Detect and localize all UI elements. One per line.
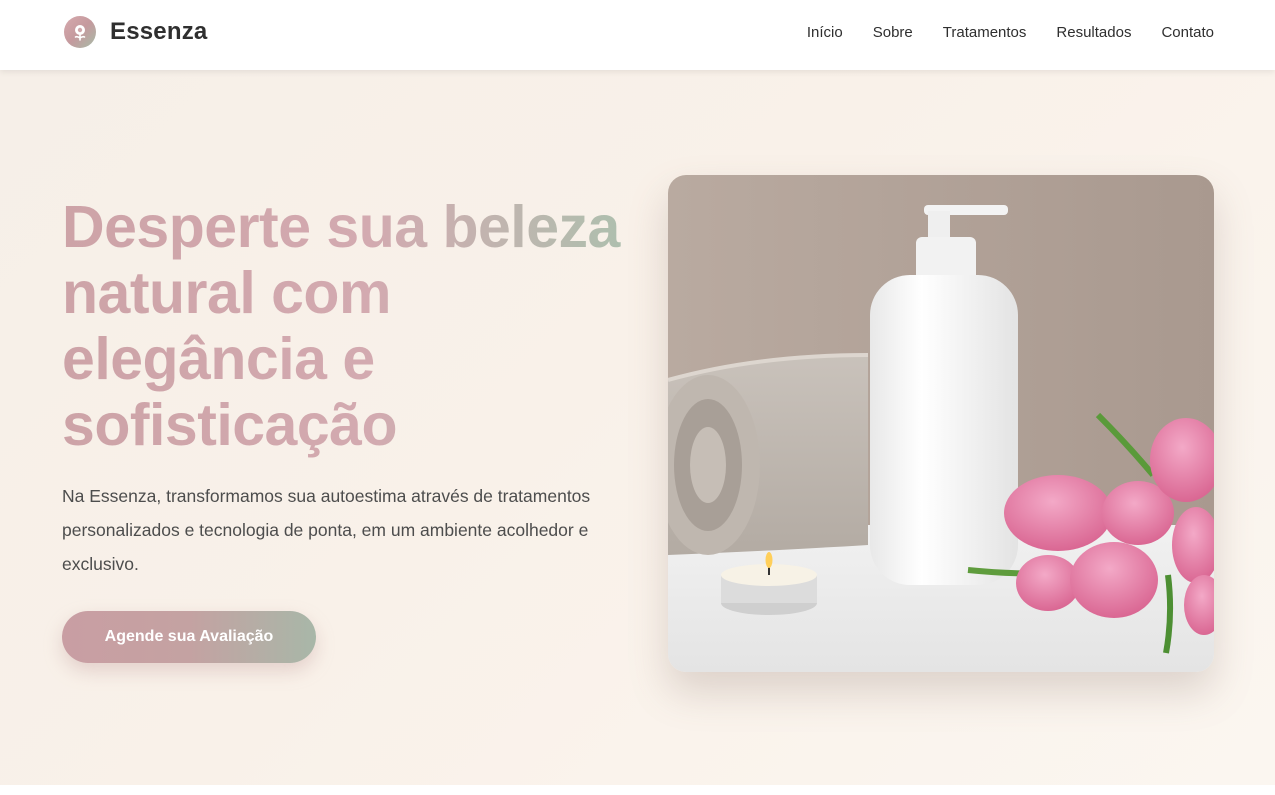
brand[interactable]: Essenza bbox=[64, 16, 207, 48]
hero-section: Desperte sua beleza natural com elegânci… bbox=[0, 70, 1275, 785]
site-header: Essenza Início Sobre Tratamentos Resulta… bbox=[0, 0, 1275, 70]
nav-link-contato[interactable]: Contato bbox=[1161, 24, 1214, 41]
flower-logo-icon bbox=[64, 16, 96, 48]
brand-name: Essenza bbox=[110, 18, 208, 45]
spa-products-photo bbox=[668, 175, 1214, 672]
schedule-evaluation-button[interactable]: Agende sua Avaliação bbox=[62, 611, 316, 663]
hero-title: Desperte sua beleza natural com elegânci… bbox=[62, 194, 622, 458]
nav-link-resultados[interactable]: Resultados bbox=[1056, 24, 1131, 41]
hero-description: Na Essenza, transformamos sua autoestima… bbox=[62, 486, 591, 574]
main-nav: Início Sobre Tratamentos Resultados Cont… bbox=[807, 24, 1214, 41]
nav-link-inicio[interactable]: Início bbox=[807, 24, 843, 41]
towel-shape bbox=[668, 353, 869, 555]
nav-link-tratamentos[interactable]: Tratamentos bbox=[943, 24, 1027, 41]
nav-link-sobre[interactable]: Sobre bbox=[873, 24, 913, 41]
